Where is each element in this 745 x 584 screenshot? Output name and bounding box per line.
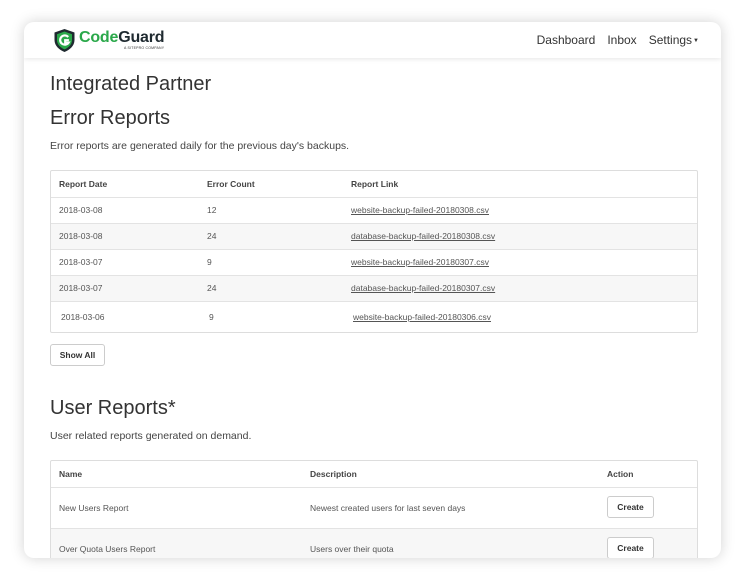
report-description: Users over their quota — [310, 544, 394, 554]
navbar: CodeGuard A SITEPRO COMPANY Dashboard In… — [24, 22, 721, 58]
nav-settings-label: Settings — [648, 33, 693, 47]
table-row: 2018-03-08 24 database-backup-failed-201… — [51, 223, 697, 249]
logo-tagline: A SITEPRO COMPANY — [124, 45, 165, 50]
error-count: 12 — [207, 205, 217, 215]
column-header-error-count: Error Count — [207, 179, 255, 189]
column-header-report-date: Report Date — [59, 179, 108, 189]
table-row: 2018-03-07 9 website-backup-failed-20180… — [51, 249, 697, 275]
error-reports-description: Error reports are generated daily for th… — [50, 140, 350, 152]
report-date: 2018-03-07 — [59, 257, 103, 267]
page-title: Integrated Partner — [50, 73, 212, 95]
error-count: 9 — [209, 312, 214, 322]
error-count: 24 — [207, 231, 217, 241]
report-name: New Users Report — [59, 503, 129, 513]
user-table-header: Name Description Action — [51, 461, 697, 487]
report-description: Newest created users for last seven days — [310, 503, 466, 513]
report-date: 2018-03-08 — [59, 205, 103, 215]
report-date: 2018-03-07 — [59, 283, 103, 293]
logo-wordmark: CodeGuard — [79, 28, 165, 46]
report-link[interactable]: database-backup-failed-20180308.csv — [351, 224, 495, 249]
create-over-quota-report-button[interactable]: Create — [607, 537, 654, 558]
caret-down-icon: ▼ — [693, 38, 699, 44]
column-header-description: Description — [310, 469, 357, 479]
app-window: CodeGuard A SITEPRO COMPANY Dashboard In… — [24, 22, 721, 558]
column-header-name: Name — [59, 469, 83, 479]
nav-inbox[interactable]: Inbox — [607, 33, 636, 47]
user-reports-description: User related reports generated on demand… — [50, 430, 252, 442]
report-date: 2018-03-08 — [59, 231, 103, 241]
nav-dashboard[interactable]: Dashboard — [537, 33, 596, 47]
table-row: 2018-03-06 9 website-backup-failed-20180… — [51, 301, 697, 332]
nav-links: Dashboard Inbox Settings▼ — [525, 22, 699, 58]
shield-logo-icon — [54, 28, 75, 52]
table-row: 2018-03-07 24 database-backup-failed-201… — [51, 275, 697, 301]
codeguard-logo[interactable]: CodeGuard A SITEPRO COMPANY — [53, 27, 165, 53]
report-link[interactable]: database-backup-failed-20180307.csv — [351, 276, 495, 301]
logo-text: CodeGuard A SITEPRO COMPANY — [79, 28, 165, 51]
report-date: 2018-03-06 — [61, 312, 105, 322]
error-count: 9 — [207, 257, 212, 267]
error-reports-heading: Error Reports — [50, 107, 171, 129]
user-reports-heading: User Reports* — [50, 397, 176, 419]
table-row: 2018-03-08 12 website-backup-failed-2018… — [51, 197, 697, 223]
report-link[interactable]: website-backup-failed-20180307.csv — [351, 250, 489, 275]
column-header-report-link: Report Link — [351, 179, 399, 189]
nav-settings[interactable]: Settings▼ — [649, 33, 699, 47]
report-link[interactable]: website-backup-failed-20180308.csv — [351, 198, 489, 223]
show-all-button[interactable]: Show All — [50, 344, 105, 366]
column-header-action: Action — [607, 469, 634, 479]
create-new-users-report-button[interactable]: Create — [607, 496, 654, 518]
error-count: 24 — [207, 283, 217, 293]
error-reports-table: Report Date Error Count Report Link 2018… — [50, 170, 698, 333]
table-row: Over Quota Users Report Users over their… — [51, 528, 697, 558]
table-row: New Users Report Newest created users fo… — [51, 487, 697, 528]
user-reports-table: Name Description Action New Users Report… — [50, 460, 698, 558]
report-link[interactable]: website-backup-failed-20180306.csv — [353, 302, 491, 332]
report-name: Over Quota Users Report — [59, 544, 156, 554]
logo-code-text: Code — [79, 28, 119, 46]
logo-guard-text: Guard — [118, 28, 165, 46]
error-table-header: Report Date Error Count Report Link — [51, 171, 697, 197]
